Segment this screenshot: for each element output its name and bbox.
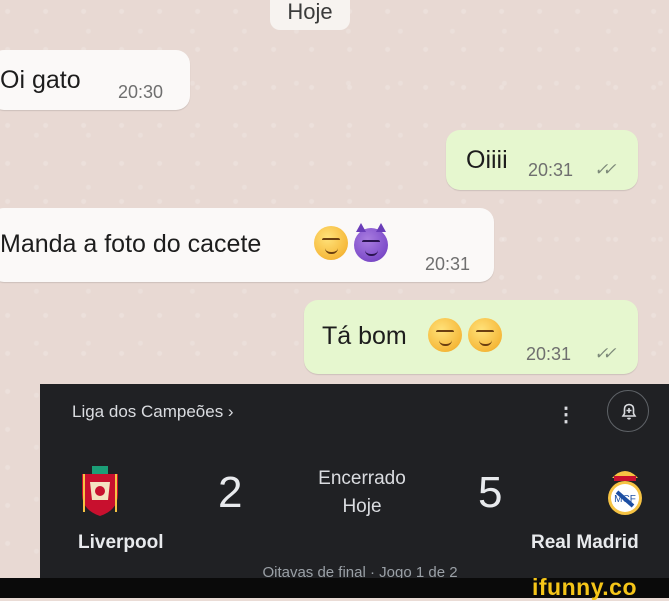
home-team-name: Liverpool <box>78 532 164 553</box>
match-status: Encerrado <box>318 468 406 489</box>
real-madrid-crest-icon: MCF <box>608 471 642 515</box>
smiling-devil-icon <box>354 223 388 262</box>
svg-text:MCF: MCF <box>614 494 636 505</box>
message-text: Oi gato <box>0 66 81 94</box>
more-vert-icon[interactable]: ⋮ <box>556 402 576 427</box>
message-bubble-incoming[interactable]: Manda a foto do cacete 20:31 <box>0 208 494 282</box>
away-score: 5 <box>478 468 503 517</box>
message-bubble-outgoing[interactable]: Tá bom 20:31 ✓✓ <box>304 300 638 374</box>
ifunny-watermark: ifunny.co <box>532 574 638 600</box>
smirking-face-icon <box>314 226 348 260</box>
message-text: Oiiii <box>466 146 508 174</box>
competition-link[interactable]: Liga dos Campeões › <box>72 402 234 422</box>
message-bubble-outgoing[interactable]: Oiiii 20:31 ✓✓ <box>446 130 638 190</box>
message-text: Tá bom <box>322 322 407 350</box>
match-date: Hoje <box>342 496 382 517</box>
smirking-face-icon <box>428 318 462 352</box>
date-chip: Hoje <box>270 0 350 30</box>
liverpool-crest-icon <box>82 466 118 516</box>
message-bubble-incoming[interactable]: Oi gato 20:30 <box>0 50 190 110</box>
away-team-name: Real Madrid <box>531 532 639 553</box>
smirking-face-icon <box>468 318 502 352</box>
read-ticks-icon: ✓✓ <box>594 160 616 179</box>
message-time: 20:31 <box>526 344 572 364</box>
message-time: 20:31 <box>528 160 574 180</box>
match-score-card[interactable]: Liga dos Campeões › ⋮ 2 Encerrado Hoje 5… <box>40 384 669 578</box>
message-text: Manda a foto do cacete <box>0 230 262 258</box>
read-ticks-icon: ✓✓ <box>594 344 616 363</box>
match-round: Oitavas de final · Jogo 1 de 2 <box>262 564 458 578</box>
bell-add-icon[interactable] <box>607 390 649 432</box>
message-time: 20:30 <box>118 82 164 102</box>
home-score: 2 <box>218 468 243 517</box>
message-time: 20:31 <box>425 254 471 274</box>
